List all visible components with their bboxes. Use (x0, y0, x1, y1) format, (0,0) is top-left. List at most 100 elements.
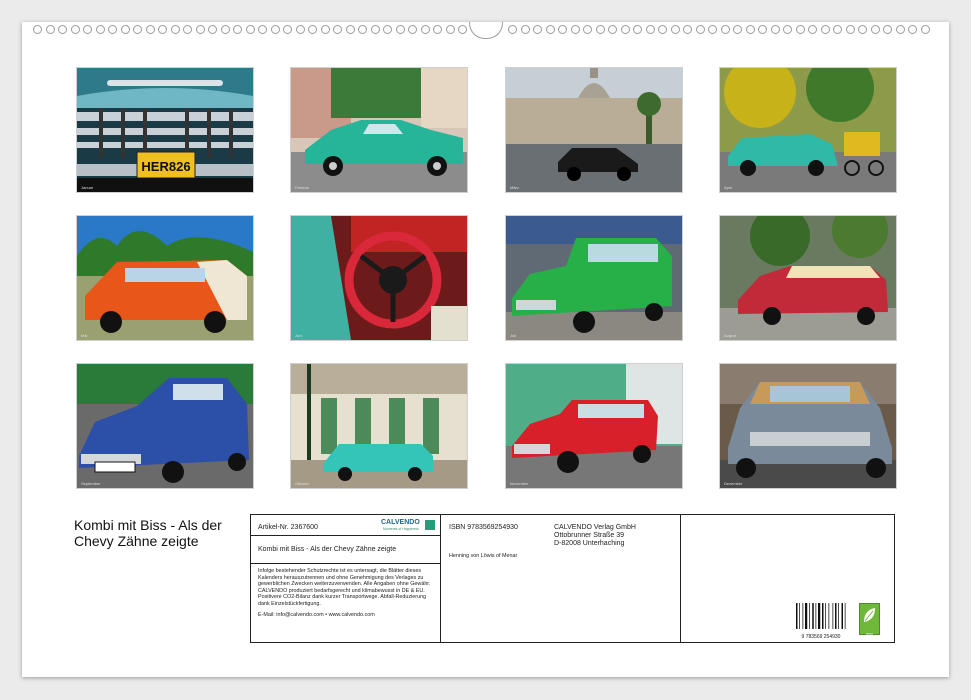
binding-hole (633, 25, 642, 34)
month-caption: August (724, 333, 737, 338)
binding-hole (370, 25, 380, 34)
imprint-box: Artikel-Nr. 2367600 CALVENDO Moments of … (250, 514, 895, 643)
leaf-icon (864, 608, 875, 622)
binding-hole (458, 25, 467, 34)
binding-hole (883, 25, 892, 34)
binding-hole (358, 25, 367, 34)
binding-hole (545, 25, 555, 34)
barcode: 9 783569 254930 (795, 603, 847, 640)
binding-hole (383, 25, 392, 34)
article-number: Artikel-Nr. 2367600 (258, 524, 318, 531)
month-caption: November (510, 481, 529, 486)
binding-hole (233, 25, 242, 34)
month-thumbnail-april: April (719, 67, 897, 193)
binding-hole (808, 25, 817, 34)
binding-hole (670, 25, 680, 34)
binding-hole (620, 25, 630, 34)
month-caption: Februar (295, 185, 310, 190)
binding-hole (145, 25, 155, 34)
binding-hole (283, 25, 292, 34)
month-thumbnail-september: September (76, 363, 254, 489)
binding-hole (658, 25, 667, 34)
binding-hole (583, 25, 592, 34)
binding-hole (433, 25, 442, 34)
binding-hole (183, 25, 192, 34)
binding-hole (45, 25, 55, 34)
binding-hole (558, 25, 567, 34)
eco-label: eco (866, 631, 873, 636)
binding-hole (95, 25, 105, 34)
month-thumbnail-august: August (719, 215, 897, 341)
calendar-title: Kombi mit Biss - Als der Chevy Zähne zei… (74, 517, 222, 549)
product-title: Kombi mit Biss - Als der Chevy Zähne zei… (258, 546, 397, 553)
binding-hole (58, 25, 67, 34)
binding-hole (645, 25, 655, 34)
binding-hole (83, 25, 92, 34)
binding-hole (733, 25, 742, 34)
month-thumbnail-march: März (505, 67, 683, 193)
month-thumbnail-may: Mai (76, 215, 254, 341)
binding-hole (845, 25, 855, 34)
barcode-bars (796, 603, 846, 629)
binding-hole (520, 25, 530, 34)
binding-hole (320, 25, 330, 34)
binding-hole (695, 25, 705, 34)
month-thumbnail-february: Februar (290, 67, 468, 193)
binding-hole (508, 25, 517, 34)
binding-hole (395, 25, 405, 34)
month-thumbnail-july: Juli (505, 215, 683, 341)
binding-hole (770, 25, 780, 34)
binding-hole (445, 25, 455, 34)
binding-hole (333, 25, 342, 34)
binding-hole (833, 25, 842, 34)
binding-hole (245, 25, 255, 34)
binding-hole (858, 25, 867, 34)
month-caption: März (510, 185, 519, 190)
binding-hole (708, 25, 717, 34)
binding-hole (108, 25, 117, 34)
month-thumbnail-october: Oktober (290, 363, 468, 489)
month-thumbnail-december: Dezember (719, 363, 897, 489)
binding-hole (533, 25, 542, 34)
binding-hole (295, 25, 305, 34)
binding-hole (258, 25, 267, 34)
binding-hole (158, 25, 167, 34)
month-caption: April (724, 185, 733, 190)
binding-hole (420, 25, 430, 34)
binding-hole (820, 25, 830, 34)
binding-hole (720, 25, 730, 34)
month-thumbnail-november: November (505, 363, 683, 489)
eco-badge: eco (859, 603, 880, 636)
calvendo-logo: CALVENDO Moments of Happiness (381, 519, 437, 533)
license-plate: HER826 (141, 159, 190, 174)
binding-hole (758, 25, 767, 34)
binding-hole (683, 25, 692, 34)
binding-hole (408, 25, 417, 34)
month-thumbnail-june: Juni (290, 215, 468, 341)
binding-hole (220, 25, 230, 34)
binding-hole (70, 25, 80, 34)
month-caption: Mai (81, 333, 88, 338)
author-name: Henning von Löwis of Menar (449, 553, 518, 559)
month-caption: September (81, 481, 101, 486)
barcode-number: 9 783569 254930 (801, 634, 841, 640)
binding-hole (208, 25, 217, 34)
binding-hole (133, 25, 142, 34)
binding-hole (745, 25, 755, 34)
binding-hole (570, 25, 580, 34)
binding-hole (895, 25, 905, 34)
month-caption: Juli (510, 333, 517, 338)
binding-hole (908, 25, 917, 34)
binding-hole (595, 25, 605, 34)
binding-hole (33, 25, 42, 34)
binding-hole (345, 25, 355, 34)
month-thumbnail-january: HER826 Januar (76, 67, 254, 193)
contact-line: E-Mail: info@calvendo.com • www.calvendo… (258, 612, 375, 618)
binding-hole (120, 25, 130, 34)
month-caption: Juni (295, 333, 303, 338)
binding-hole (783, 25, 792, 34)
binding-hole (920, 25, 930, 34)
publisher-city: D-82008 Unterhaching (554, 540, 625, 547)
month-caption: Oktober (295, 481, 310, 486)
binding-hole (608, 25, 617, 34)
